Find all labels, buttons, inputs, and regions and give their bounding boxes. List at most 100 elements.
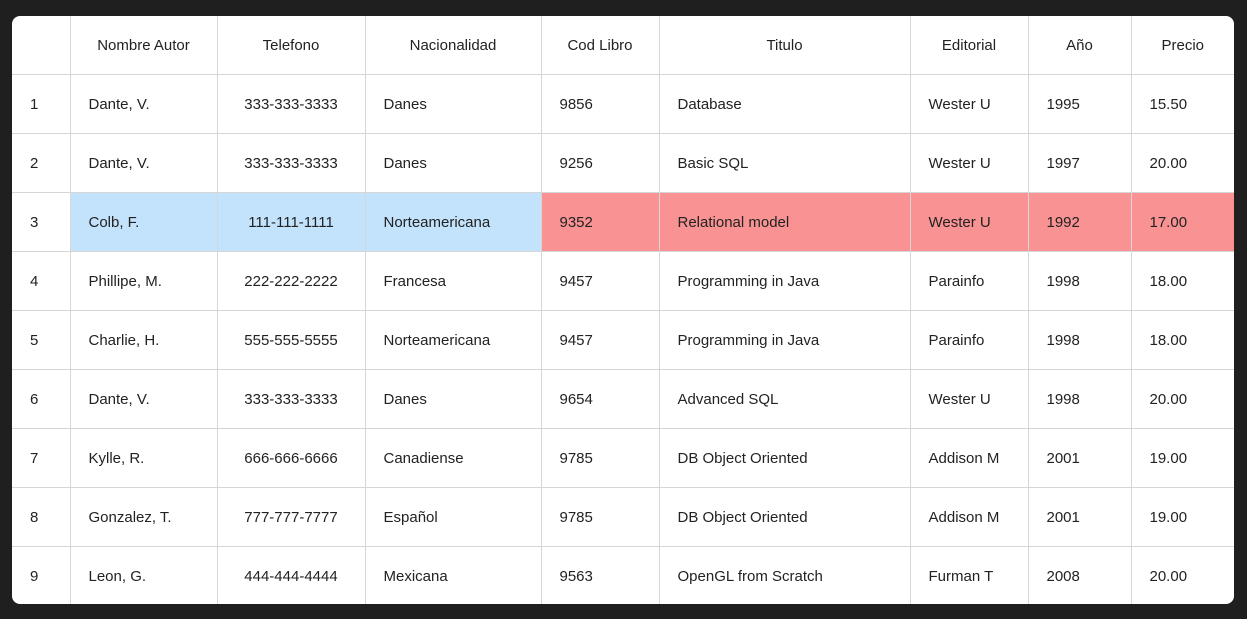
header-cod-libro[interactable]: Cod Libro xyxy=(541,16,660,75)
nationality-cell[interactable]: Danes xyxy=(365,133,542,193)
year-cell[interactable]: 1998 xyxy=(1028,251,1132,311)
row-number-cell[interactable]: 4 xyxy=(12,251,71,311)
row-number-cell[interactable]: 5 xyxy=(12,310,71,370)
year-cell[interactable]: 1995 xyxy=(1028,74,1132,134)
book-code-cell[interactable]: 9563 xyxy=(541,546,660,604)
header-row-number[interactable] xyxy=(12,16,71,75)
phone-cell[interactable]: 333-333-3333 xyxy=(217,74,366,134)
nationality-cell[interactable]: Francesa xyxy=(365,251,542,311)
header-editorial[interactable]: Editorial xyxy=(910,16,1029,75)
publisher-cell[interactable]: Wester U xyxy=(910,133,1029,193)
price-cell[interactable]: 19.00 xyxy=(1131,428,1234,488)
table-row[interactable]: 6 Dante, V. 333-333-3333 Danes 9654 Advanced … xyxy=(12,369,1234,429)
publisher-cell[interactable]: Parainfo xyxy=(910,251,1029,311)
year-cell[interactable]: 1998 xyxy=(1028,369,1132,429)
publisher-cell[interactable]: Wester U xyxy=(910,192,1029,252)
year-cell[interactable]: 1998 xyxy=(1028,310,1132,370)
price-cell[interactable]: 15.50 xyxy=(1131,74,1234,134)
book-code-cell[interactable]: 9785 xyxy=(541,428,660,488)
row-number-cell[interactable]: 1 xyxy=(12,74,71,134)
year-cell[interactable]: 2008 xyxy=(1028,546,1132,604)
author-name-cell[interactable]: Dante, V. xyxy=(70,74,218,134)
authors-books-table: Nombre Autor Telefono Nacionalidad Cod L… xyxy=(12,16,1234,604)
header-titulo[interactable]: Titulo xyxy=(659,16,911,75)
author-name-cell[interactable]: Dante, V. xyxy=(70,133,218,193)
table-row[interactable]: 7 Kylle, R. 666-666-6666 Canadiense 9785 DB O… xyxy=(12,428,1234,488)
author-name-cell[interactable]: Dante, V. xyxy=(70,369,218,429)
table-row[interactable]: 8 Gonzalez, T. 777-777-7777 Español 9785 DB O… xyxy=(12,487,1234,547)
author-name-cell[interactable]: Gonzalez, T. xyxy=(70,487,218,547)
nationality-cell[interactable]: Norteamericana xyxy=(365,192,542,252)
publisher-cell[interactable]: Parainfo xyxy=(910,310,1029,370)
title-cell[interactable]: OpenGL from Scratch xyxy=(659,546,911,604)
header-nacionalidad[interactable]: Nacionalidad xyxy=(365,16,542,75)
title-cell[interactable]: Advanced SQL xyxy=(659,369,911,429)
phone-cell[interactable]: 333-333-3333 xyxy=(217,133,366,193)
row-number-cell[interactable]: 9 xyxy=(12,546,71,604)
publisher-cell[interactable]: Furman T xyxy=(910,546,1029,604)
price-cell[interactable]: 20.00 xyxy=(1131,369,1234,429)
publisher-cell[interactable]: Addison M xyxy=(910,428,1029,488)
header-telefono[interactable]: Telefono xyxy=(217,16,366,75)
table-row[interactable]: 9 Leon, G. 444-444-4444 Mexicana 9563 OpenGL … xyxy=(12,546,1234,605)
book-code-cell[interactable]: 9457 xyxy=(541,310,660,370)
author-name-cell[interactable]: Kylle, R. xyxy=(70,428,218,488)
nationality-cell[interactable]: Danes xyxy=(365,74,542,134)
row-number-cell[interactable]: 3 xyxy=(12,192,71,252)
book-code-cell[interactable]: 9352 xyxy=(541,192,660,252)
price-cell[interactable]: 18.00 xyxy=(1131,251,1234,311)
header-anio[interactable]: Año xyxy=(1028,16,1132,75)
year-cell[interactable]: 2001 xyxy=(1028,428,1132,488)
price-cell[interactable]: 18.00 xyxy=(1131,310,1234,370)
header-precio[interactable]: Precio xyxy=(1131,16,1234,75)
phone-cell[interactable]: 777-777-7777 xyxy=(217,487,366,547)
year-cell[interactable]: 1997 xyxy=(1028,133,1132,193)
row-number-cell[interactable]: 8 xyxy=(12,487,71,547)
book-code-cell[interactable]: 9654 xyxy=(541,369,660,429)
year-cell[interactable]: 2001 xyxy=(1028,487,1132,547)
title-cell[interactable]: Programming in Java xyxy=(659,310,911,370)
table-row[interactable]: 1 Dante, V. 333-333-3333 Danes 9856 Database W… xyxy=(12,74,1234,134)
table-row[interactable]: 4 Phillipe, M. 222-222-2222 Francesa 9457 Pro… xyxy=(12,251,1234,311)
price-cell[interactable]: 20.00 xyxy=(1131,133,1234,193)
title-cell[interactable]: Database xyxy=(659,74,911,134)
book-code-cell[interactable]: 9457 xyxy=(541,251,660,311)
nationality-cell[interactable]: Español xyxy=(365,487,542,547)
title-cell[interactable]: DB Object Oriented xyxy=(659,487,911,547)
phone-cell[interactable]: 444-444-4444 xyxy=(217,546,366,604)
phone-cell[interactable]: 222-222-2222 xyxy=(217,251,366,311)
phone-cell[interactable]: 111-111-1111 xyxy=(217,192,366,252)
phone-cell[interactable]: 666-666-6666 xyxy=(217,428,366,488)
book-code-cell[interactable]: 9856 xyxy=(541,74,660,134)
title-cell[interactable]: DB Object Oriented xyxy=(659,428,911,488)
title-cell[interactable]: Relational model xyxy=(659,192,911,252)
author-name-cell[interactable]: Colb, F. xyxy=(70,192,218,252)
table-row[interactable]: 5 Charlie, H. 555-555-5555 Norteamericana 94… xyxy=(12,310,1234,370)
nationality-cell[interactable]: Danes xyxy=(365,369,542,429)
author-name-cell[interactable]: Phillipe, M. xyxy=(70,251,218,311)
book-code-cell[interactable]: 9256 xyxy=(541,133,660,193)
price-cell[interactable]: 20.00 xyxy=(1131,547,1234,605)
nationality-cell[interactable]: Canadiense xyxy=(365,428,542,488)
phone-cell[interactable]: 555-555-5555 xyxy=(217,310,366,370)
price-cell[interactable]: 19.00 xyxy=(1131,487,1234,547)
publisher-cell[interactable]: Addison M xyxy=(910,487,1029,547)
title-cell[interactable]: Basic SQL xyxy=(659,133,911,193)
publisher-cell[interactable]: Wester U xyxy=(910,369,1029,429)
row-number-cell[interactable]: 2 xyxy=(12,133,71,193)
author-name-cell[interactable]: Charlie, H. xyxy=(70,310,218,370)
table-row[interactable]: 2 Dante, V. 333-333-3333 Danes 9256 Basic SQL… xyxy=(12,133,1234,193)
row-number-cell[interactable]: 6 xyxy=(12,369,71,429)
row-number-cell[interactable]: 7 xyxy=(12,428,71,488)
header-nombre-autor[interactable]: Nombre Autor xyxy=(70,16,218,75)
author-name-cell[interactable]: Leon, G. xyxy=(70,546,218,604)
year-cell[interactable]: 1992 xyxy=(1028,192,1132,252)
price-cell[interactable]: 17.00 xyxy=(1131,192,1234,252)
nationality-cell[interactable]: Norteamericana xyxy=(365,310,542,370)
book-code-cell[interactable]: 9785 xyxy=(541,487,660,547)
title-cell[interactable]: Programming in Java xyxy=(659,251,911,311)
phone-cell[interactable]: 333-333-3333 xyxy=(217,369,366,429)
table-row[interactable]: 3 Colb, F. 111-111-1111 Norteamericana 9352 R… xyxy=(12,192,1234,252)
publisher-cell[interactable]: Wester U xyxy=(910,74,1029,134)
nationality-cell[interactable]: Mexicana xyxy=(365,546,542,604)
